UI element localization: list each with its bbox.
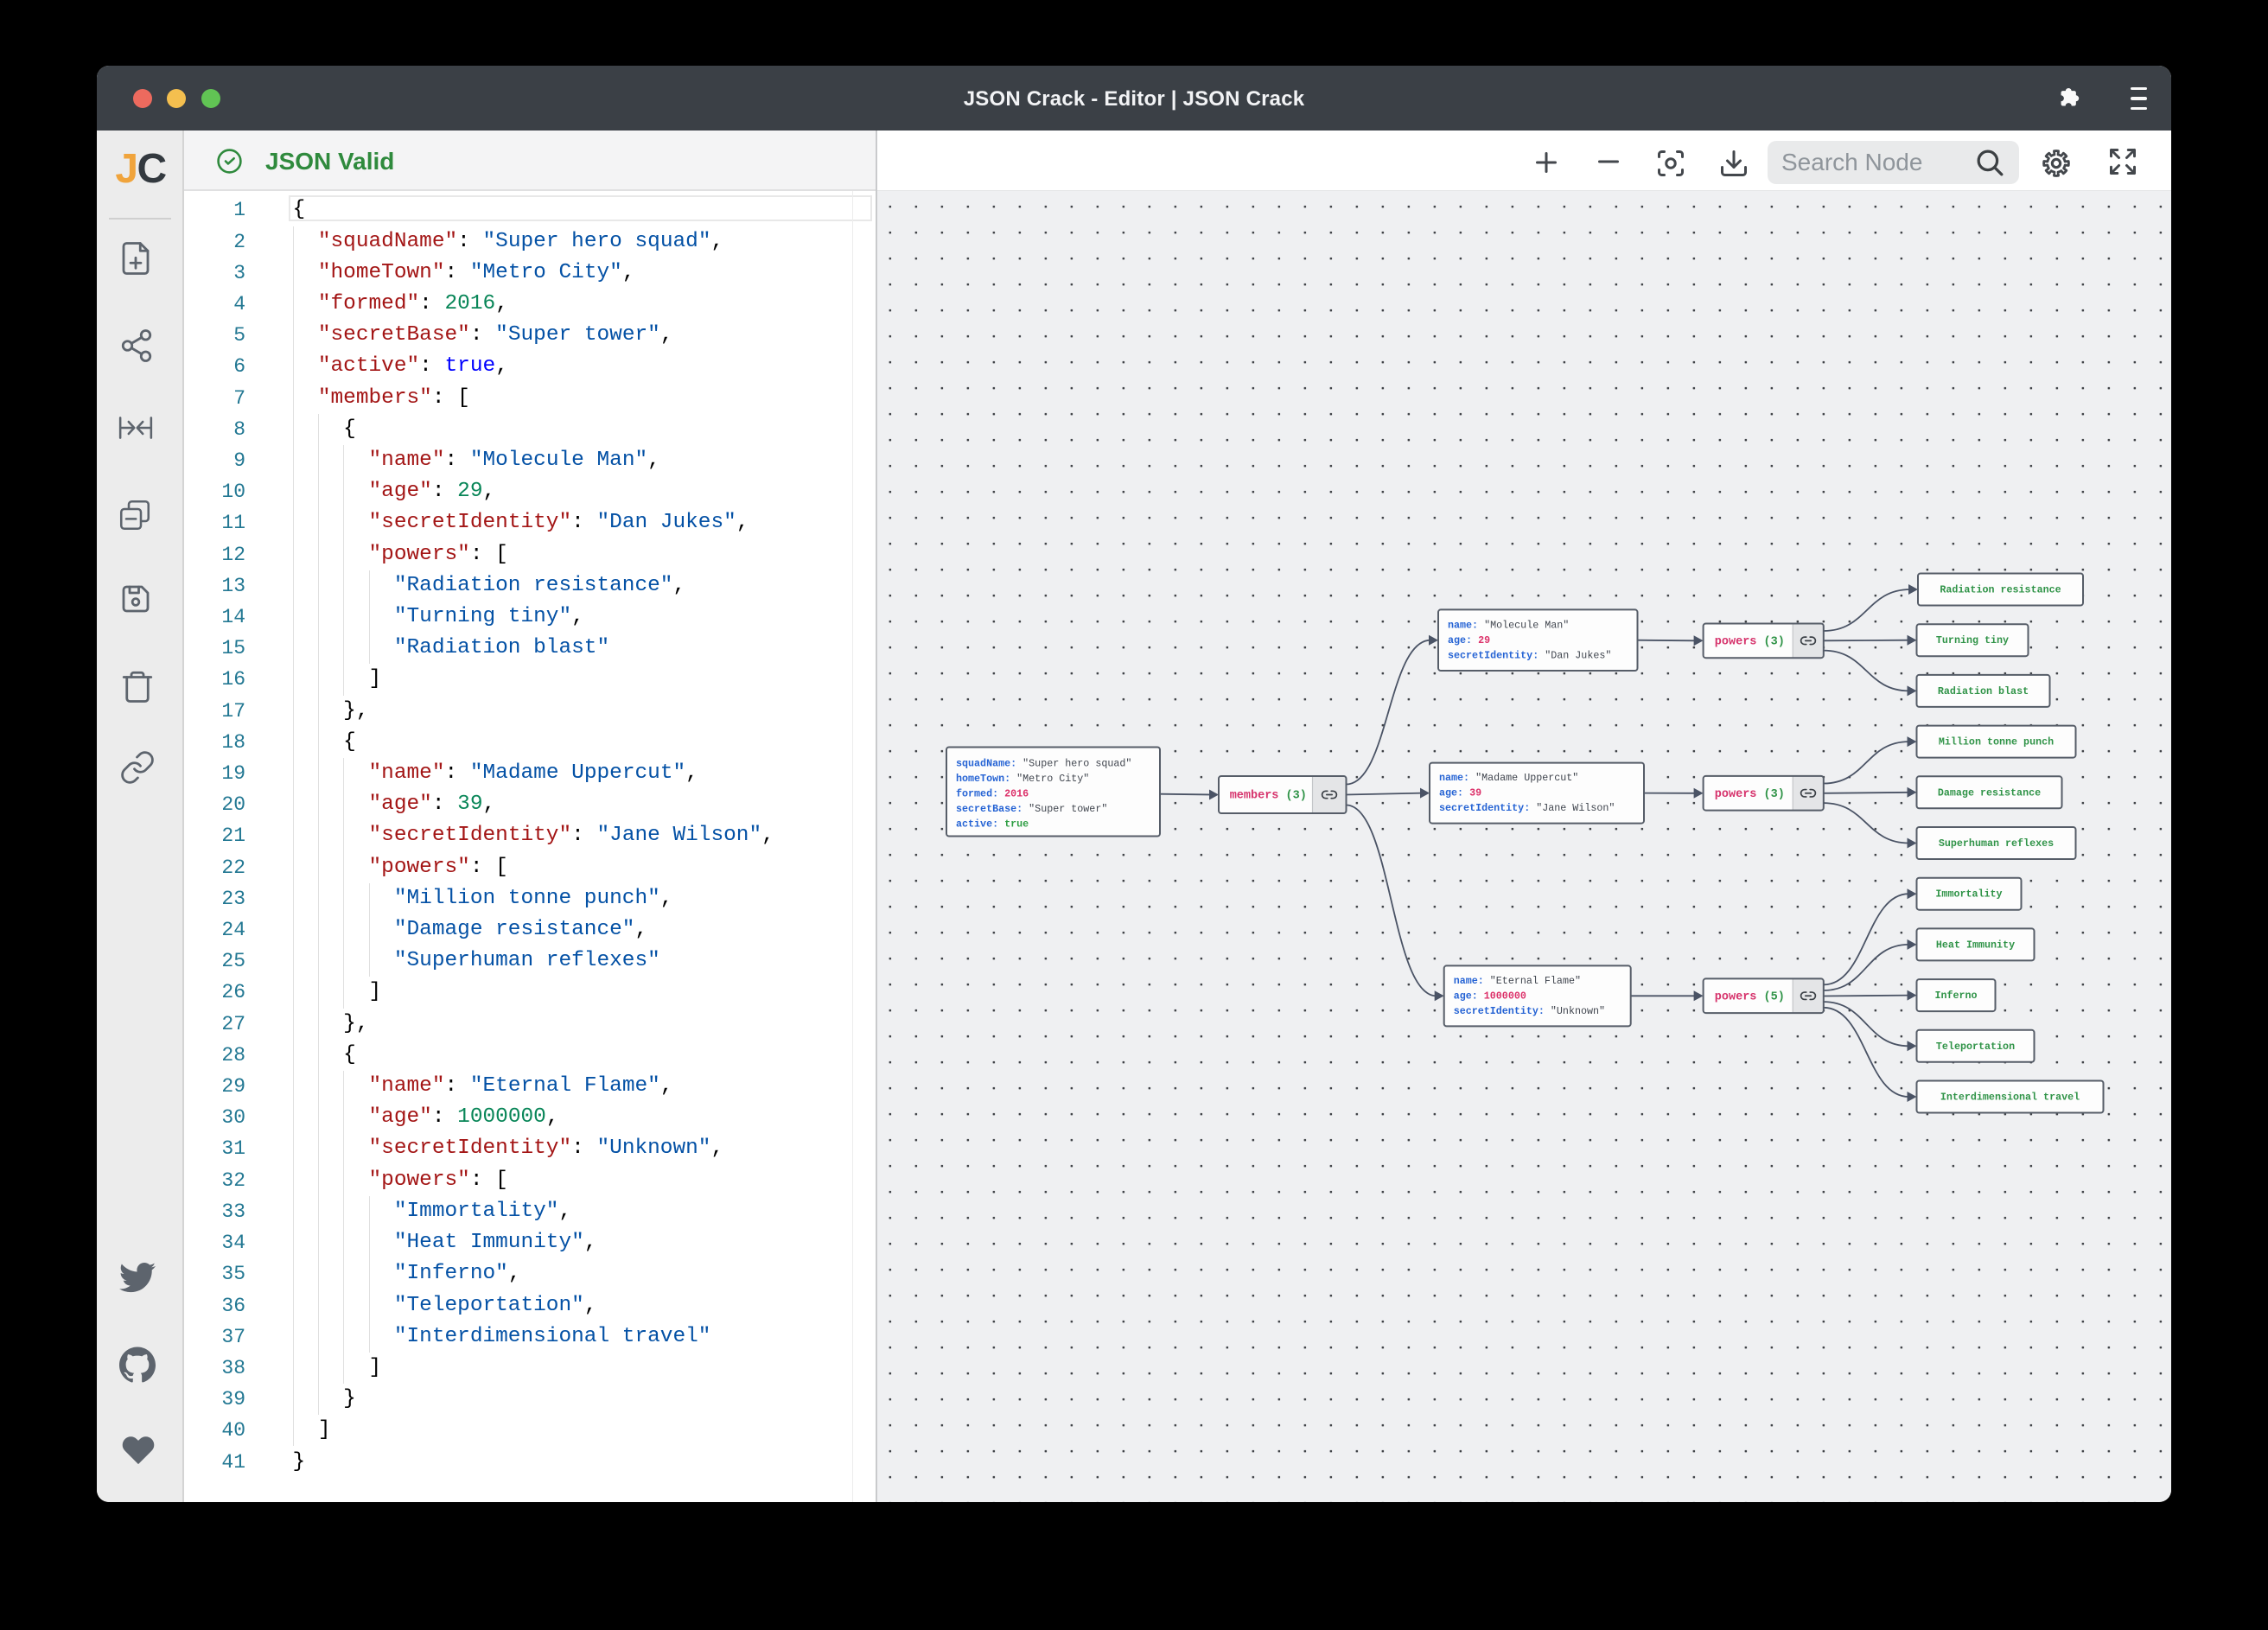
svg-text:active: true: active: true	[956, 818, 1029, 831]
svg-text:Superhuman reflexes: Superhuman reflexes	[1939, 837, 2054, 850]
svg-text:Million tonne punch: Million tonne punch	[1939, 736, 2054, 748]
svg-text:secretBase: "Super tower": secretBase: "Super tower"	[956, 803, 1107, 815]
svg-text:name: "Madame Uppercut": name: "Madame Uppercut"	[1439, 772, 1578, 784]
svg-text:Teleportation: Teleportation	[1936, 1041, 2015, 1053]
svg-text:name: "Molecule Man": name: "Molecule Man"	[1448, 620, 1569, 632]
svg-text:powers (3): powers (3)	[1715, 635, 1785, 648]
svg-text:Turning tiny: Turning tiny	[1936, 634, 2009, 646]
svg-text:homeTown: "Metro City": homeTown: "Metro City"	[956, 773, 1089, 785]
svg-text:powers (5): powers (5)	[1715, 990, 1785, 1003]
svg-text:formed: 2016: formed: 2016	[956, 788, 1029, 800]
svg-text:Radiation blast: Radiation blast	[1938, 685, 2029, 697]
svg-text:Heat Immunity: Heat Immunity	[1936, 939, 2015, 951]
svg-text:name: "Eternal Flame": name: "Eternal Flame"	[1454, 975, 1581, 987]
svg-text:Immortality: Immortality	[1935, 888, 2002, 901]
svg-text:secretIdentity: "Unknown": secretIdentity: "Unknown"	[1454, 1005, 1605, 1017]
svg-text:age: 29: age: 29	[1448, 634, 1490, 646]
svg-text:secretIdentity: "Jane Wilson": secretIdentity: "Jane Wilson"	[1439, 802, 1615, 814]
svg-text:age: 39: age: 39	[1439, 787, 1481, 799]
svg-text:Damage resistance: Damage resistance	[1938, 786, 2041, 799]
svg-text:age: 1000000: age: 1000000	[1454, 990, 1526, 1002]
svg-text:secretIdentity: "Dan Jukes": secretIdentity: "Dan Jukes"	[1448, 650, 1611, 662]
svg-text:Inferno: Inferno	[1934, 990, 1977, 1002]
svg-text:Radiation resistance: Radiation resistance	[1940, 584, 2061, 596]
svg-text:powers (3): powers (3)	[1715, 787, 1785, 800]
svg-text:members (3): members (3)	[1230, 789, 1307, 802]
svg-text:Interdimensional travel: Interdimensional travel	[1940, 1092, 2080, 1104]
svg-text:squadName: "Super hero squad": squadName: "Super hero squad"	[956, 758, 1131, 770]
